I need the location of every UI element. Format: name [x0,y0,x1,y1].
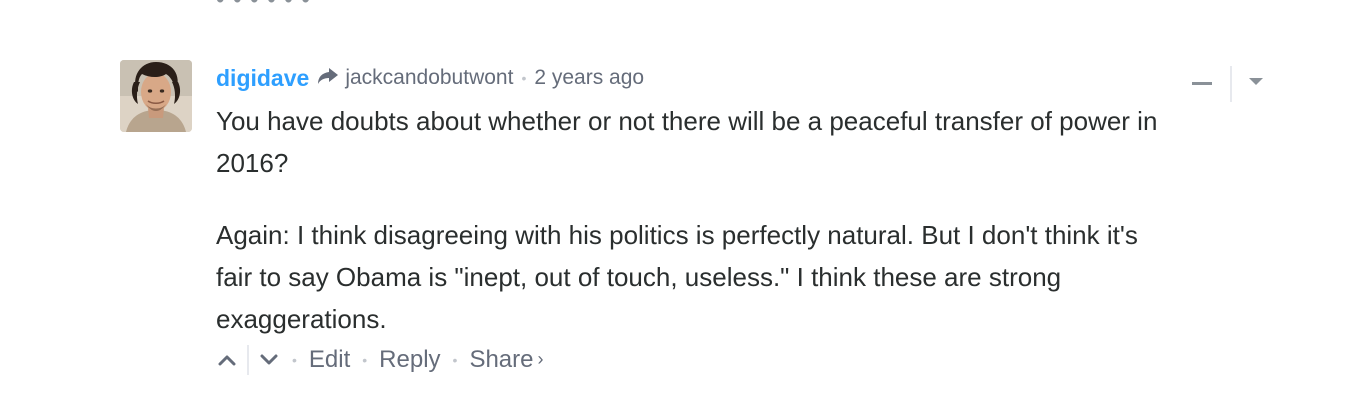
avatar[interactable] [120,60,192,132]
share-chevron-icon: › [537,348,544,369]
chevron-down-icon[interactable] [1248,74,1264,88]
reply-link[interactable]: Reply [379,346,440,374]
comment-controls [1192,66,1272,102]
downvote-icon[interactable] [258,349,280,371]
message-paragraph: You have doubts about whether or not the… [216,106,1158,178]
comment-header: digidave jackcandobutwont • 2 years ago [216,60,1176,96]
avatar-image [120,60,192,132]
footer-separator: • [452,352,458,368]
controls-divider [1230,66,1232,102]
footer-separator: • [362,352,368,368]
upvote-icon[interactable] [216,349,238,371]
reply-arrow-icon [317,66,339,92]
meta-separator: • [521,70,527,86]
edit-link[interactable]: Edit [309,346,350,374]
message-paragraph: Again: I think disagreeing with his poli… [216,220,1138,334]
collapse-icon[interactable] [1192,82,1212,85]
footer-separator: • [292,352,297,368]
author-name[interactable]: digidave [216,65,309,92]
comment-body: digidave jackcandobutwont • 2 years ago … [216,60,1176,378]
vote-divider [247,345,249,375]
parent-author-link[interactable]: jackcandobutwont [345,66,513,90]
share-link[interactable]: Share [469,346,533,374]
comment-footer: • Edit • Reply • Share › [216,342,1176,378]
timestamp[interactable]: 2 years ago [534,66,644,90]
previous-comment-footer: • • • • • • [216,0,311,14]
comment-message: You have doubts about whether or not the… [216,100,1176,340]
